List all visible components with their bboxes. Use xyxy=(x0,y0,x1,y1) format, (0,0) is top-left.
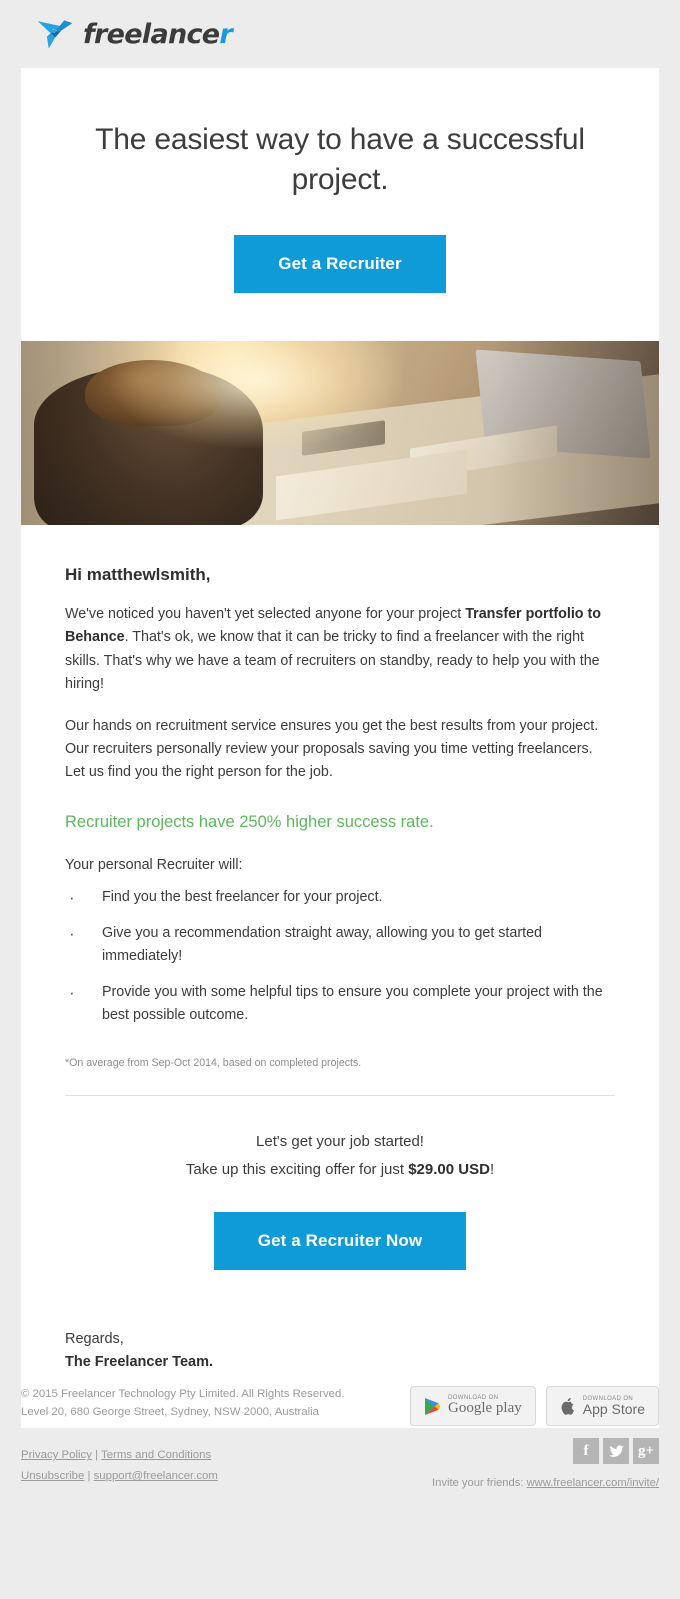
app-store-big-text: App Store xyxy=(582,1400,645,1417)
hero-headline: The easiest way to have a successful pro… xyxy=(95,123,585,196)
link-separator: | xyxy=(84,1470,94,1483)
para1-after: . That's ok, we know that it can be tric… xyxy=(65,629,600,692)
paragraph-two: Our hands on recruitment service ensures… xyxy=(65,717,599,781)
freelancer-hummingbird-logo-icon xyxy=(37,20,73,49)
footer-links-row-two: Unsubscribe | support@freelancer.com xyxy=(21,1466,345,1487)
email-body-card: The easiest way to have a successful pro… xyxy=(21,68,659,1428)
app-store-badges: DOWNLOAD ON Google play DOWNLOAD ON App … xyxy=(410,1386,659,1427)
success-rate-highlight: Recruiter projects have 250% higher succ… xyxy=(65,813,434,832)
email-content: Hi matthewlsmith, We've noticed you have… xyxy=(21,525,659,1270)
footer-links: Privacy Policy | Terms and Conditions Un… xyxy=(21,1445,345,1487)
offer-price: $29.00 USD xyxy=(408,1161,490,1179)
list-lead-in: Your personal Recruiter will: xyxy=(65,857,243,874)
list-item: Provide you with some helpful tips to en… xyxy=(65,979,615,1027)
email-header: freelancer xyxy=(0,0,680,68)
google-play-label: DOWNLOAD ON Google play xyxy=(448,1395,522,1417)
list-item: Give you a recommendation straight away,… xyxy=(65,920,615,968)
get-a-recruiter-button[interactable]: Get a Recruiter xyxy=(234,235,446,294)
offer-prefix: Take up this exciting offer for just xyxy=(185,1161,409,1179)
invite-friends-text: Invite your friends: www.freelancer.com/… xyxy=(410,1477,659,1489)
facebook-icon[interactable]: f xyxy=(573,1438,599,1465)
app-store-badge[interactable]: DOWNLOAD ON App Store xyxy=(545,1386,659,1427)
twitter-icon[interactable] xyxy=(603,1438,629,1465)
hero-cta-wrap: Get a Recruiter xyxy=(21,199,659,341)
hero-image xyxy=(21,341,659,526)
google-play-badge[interactable]: DOWNLOAD ON Google play xyxy=(410,1386,536,1427)
privacy-policy-link[interactable]: Privacy Policy xyxy=(21,1449,92,1461)
google-play-icon xyxy=(425,1397,441,1415)
social-links: f g+ xyxy=(410,1438,659,1465)
footer-right: DOWNLOAD ON Google play DOWNLOAD ON App … xyxy=(410,1386,659,1489)
copyright-text: © 2015 Freelancer Technology Pty Limited… xyxy=(21,1388,345,1400)
recruiter-benefits-list: Find you the best freelancer for your pr… xyxy=(65,884,615,1027)
unsubscribe-link[interactable]: Unsubscribe xyxy=(21,1470,84,1482)
freelancer-logo[interactable]: freelancer xyxy=(36,17,233,51)
logo-wordmark: freelancer xyxy=(83,18,233,50)
support-email-link[interactable]: support@freelancer.com xyxy=(94,1470,218,1482)
app-store-label: DOWNLOAD ON App Store xyxy=(583,1396,645,1417)
footer-links-row-one: Privacy Policy | Terms and Conditions xyxy=(21,1445,345,1466)
invite-label: Invite your friends: xyxy=(432,1477,527,1490)
signoff-regards: Regards, xyxy=(65,1330,124,1347)
para1-before: We've noticed you haven't yet selected a… xyxy=(65,606,466,623)
email-page: freelancer The easiest way to have a suc… xyxy=(0,0,680,1599)
google-plus-icon[interactable]: g+ xyxy=(633,1438,659,1465)
footer-left: © 2015 Freelancer Technology Pty Limited… xyxy=(21,1386,345,1489)
paragraph-one: We've noticed you haven't yet selected a… xyxy=(65,603,615,696)
link-separator: | xyxy=(91,1449,101,1462)
list-item: Find you the best freelancer for your pr… xyxy=(65,884,615,911)
google-play-big-text: Google play xyxy=(448,1400,522,1417)
offer-line-two: Take up this exciting offer for just $29… xyxy=(65,1156,615,1185)
footnote: *On average from Sep-Oct 2014, based on … xyxy=(65,1056,362,1069)
hero-section: The easiest way to have a successful pro… xyxy=(21,68,659,199)
offer-line-one: Let's get your job started! xyxy=(256,1132,424,1150)
hero-image-vignette xyxy=(21,341,659,526)
twitter-bird-icon xyxy=(608,1444,624,1457)
apple-icon xyxy=(561,1397,574,1415)
address-text: Level 20, 680 George Street, Sydney, NSW… xyxy=(21,1405,320,1418)
offer-section: Let's get your job started! Take up this… xyxy=(65,1096,615,1270)
terms-and-conditions-link[interactable]: Terms and Conditions xyxy=(101,1449,211,1461)
offer-suffix: ! xyxy=(489,1161,495,1179)
invite-link[interactable]: www.freelancer.com/invite/ xyxy=(527,1477,659,1489)
signoff-team: The Freelancer Team. xyxy=(65,1353,214,1370)
email-footer: © 2015 Freelancer Technology Pty Limited… xyxy=(21,1386,659,1489)
offer-cta-wrap: Get a Recruiter Now xyxy=(65,1185,615,1270)
greeting: Hi matthewlsmith, xyxy=(65,565,211,585)
get-a-recruiter-now-button[interactable]: Get a Recruiter Now xyxy=(213,1211,467,1270)
